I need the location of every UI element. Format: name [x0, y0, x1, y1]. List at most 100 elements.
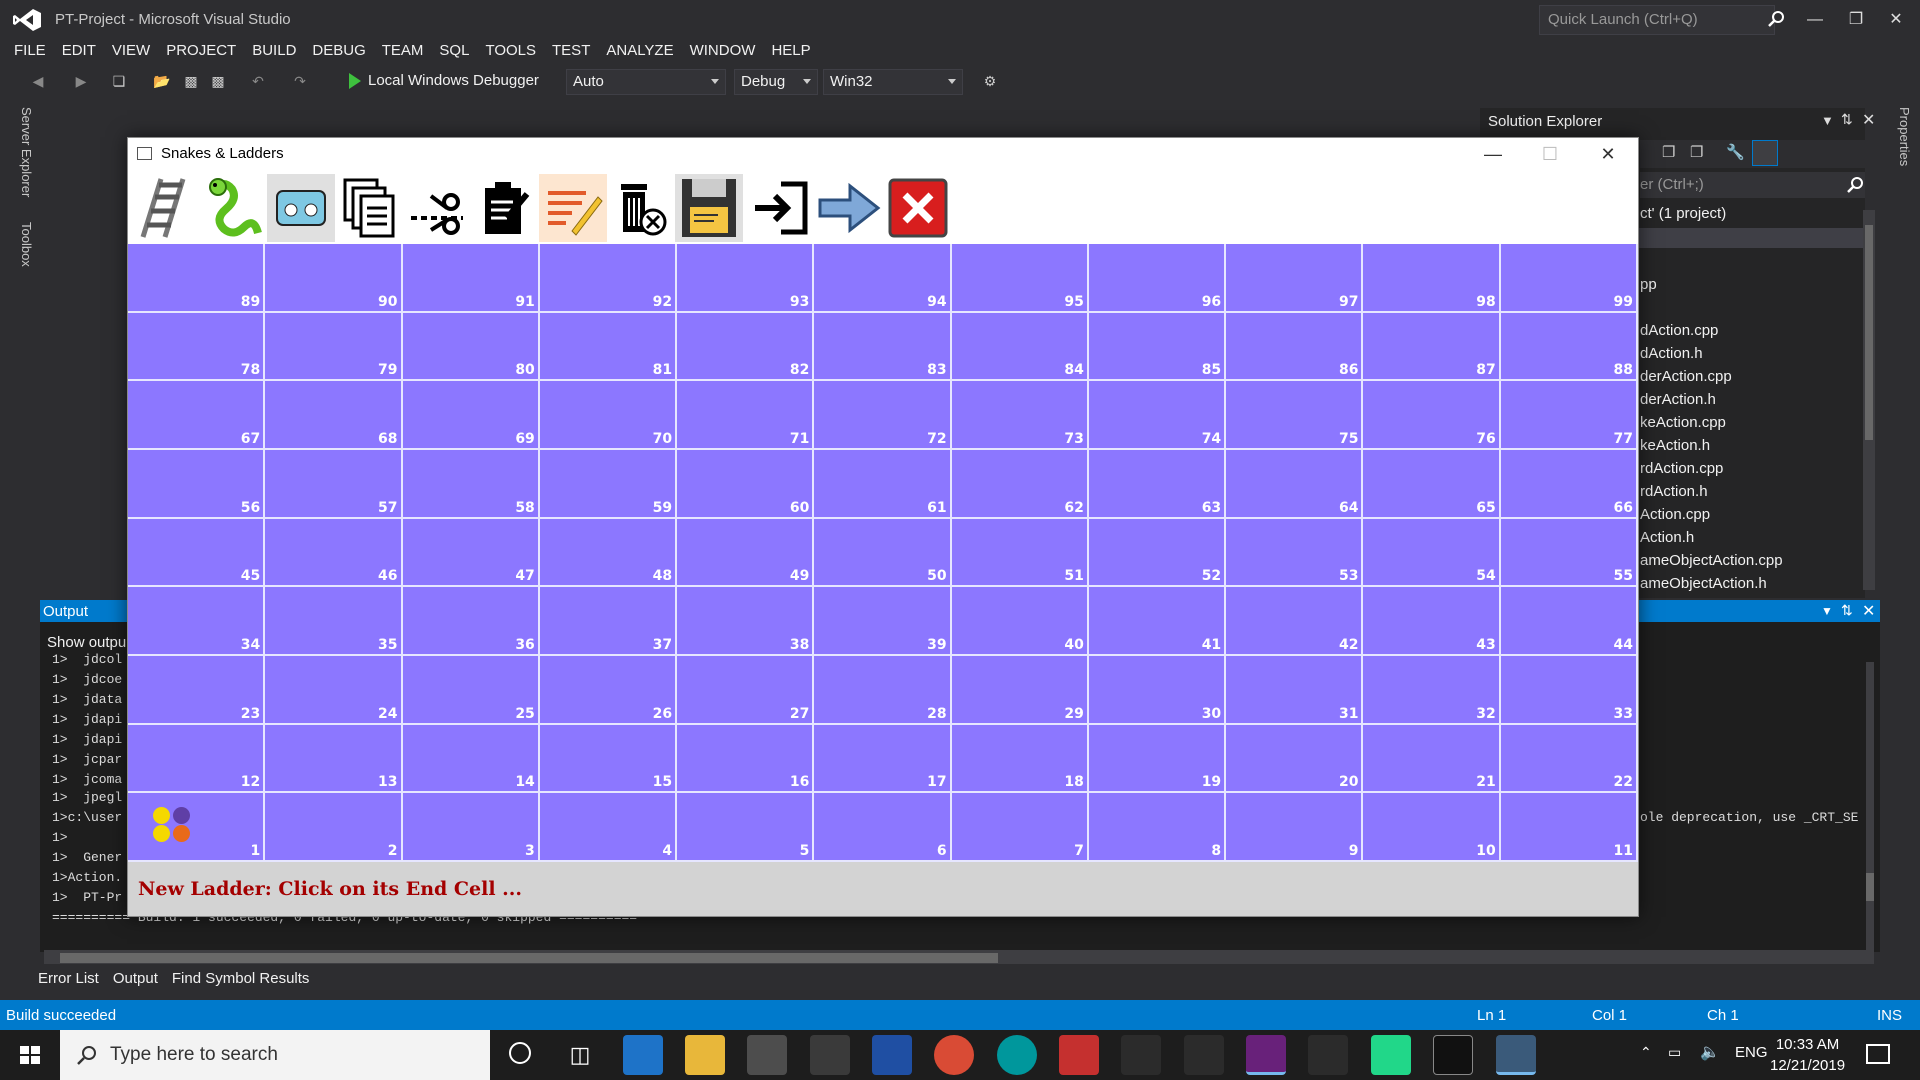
colorful-app-icon[interactable] — [1059, 1035, 1099, 1075]
board-cell[interactable]: 7 — [951, 793, 1089, 862]
board-cell[interactable]: 58 — [402, 450, 540, 519]
pen-app-icon[interactable] — [1121, 1035, 1161, 1075]
board-cell[interactable]: 87 — [1363, 312, 1501, 382]
show-all-files-icon[interactable]: ❐ — [1690, 143, 1703, 161]
battery-icon[interactable]: ▭ — [1668, 1044, 1681, 1061]
board-cell[interactable]: 15 — [539, 724, 678, 794]
language-indicator[interactable]: ENG — [1735, 1044, 1768, 1061]
board-cell[interactable]: 82 — [677, 312, 815, 382]
board-cell[interactable]: 69 — [402, 381, 540, 450]
board-cell[interactable]: 16 — [677, 724, 815, 794]
terminal-icon[interactable] — [1433, 1035, 1473, 1075]
output-horizontal-scroll-thumb[interactable] — [60, 953, 998, 963]
menu-analyze[interactable]: ANALYZE — [606, 40, 673, 66]
board-cell[interactable]: 43 — [1363, 587, 1501, 656]
menu-tools[interactable]: TOOLS — [485, 40, 536, 66]
configuration-combo[interactable]: Debug — [734, 69, 818, 95]
solution-file-item[interactable]: dAction.h — [1640, 345, 1703, 362]
solution-file-item[interactable]: keAction.cpp — [1640, 414, 1726, 431]
menu-test[interactable]: TEST — [552, 40, 590, 66]
store-icon[interactable] — [747, 1035, 787, 1075]
board-cell[interactable]: 51 — [951, 518, 1089, 588]
snake-icon[interactable] — [199, 174, 267, 242]
panel-close-icon[interactable]: ✕ — [1862, 110, 1875, 130]
properties-wrench-icon[interactable]: 🔧 — [1726, 143, 1745, 161]
board-cell[interactable]: 14 — [402, 724, 540, 794]
cut-icon[interactable] — [403, 174, 471, 242]
board-cell[interactable]: 18 — [951, 724, 1089, 794]
open-file-icon[interactable]: 📂 — [153, 72, 171, 90]
attach-icon[interactable]: ⚙ — [981, 72, 999, 90]
solution-file-item[interactable]: rdAction.h — [1640, 483, 1708, 500]
board-cell[interactable]: 73 — [951, 381, 1089, 450]
board-cell[interactable]: 65 — [1363, 450, 1501, 519]
board-cell[interactable]: 41 — [1088, 587, 1227, 656]
board-cell[interactable]: 39 — [814, 587, 952, 656]
board-cell[interactable]: 71 — [677, 381, 815, 450]
back-icon[interactable]: ◀ — [29, 72, 47, 90]
menu-debug[interactable]: DEBUG — [312, 40, 365, 66]
solution-file-item[interactable]: rdAction.cpp — [1640, 460, 1723, 477]
board-cell[interactable]: 29 — [951, 656, 1089, 725]
local-debugger-button[interactable]: Local Windows Debugger — [346, 70, 543, 94]
board-cell[interactable]: 20 — [1226, 724, 1364, 794]
close-button[interactable]: ✕ — [1876, 6, 1916, 34]
board-cell[interactable]: 4 — [539, 793, 678, 862]
board-cell[interactable]: 78 — [128, 312, 266, 382]
board-cell[interactable]: 99 — [1500, 244, 1638, 313]
visual-studio-taskbar-icon[interactable] — [1246, 1035, 1286, 1075]
task-view-icon[interactable]: ◫ — [560, 1035, 600, 1075]
solution-file-item[interactable]: ameObjectAction.h — [1640, 575, 1767, 592]
quick-launch-input[interactable]: Quick Launch (Ctrl+Q) — [1539, 5, 1775, 35]
search-icon[interactable] — [1768, 10, 1786, 28]
solution-file-item[interactable]: ameObjectAction.cpp — [1640, 552, 1783, 569]
undo-icon[interactable]: ↶ — [249, 72, 267, 90]
board-cell[interactable]: 19 — [1088, 724, 1227, 794]
board-cell[interactable]: 66 — [1500, 450, 1638, 519]
board-cell[interactable]: 74 — [1088, 381, 1227, 450]
board-cell[interactable]: 75 — [1226, 381, 1364, 450]
board-cell[interactable]: 27 — [677, 656, 815, 725]
board-cell[interactable]: 36 — [402, 587, 540, 656]
board-cell[interactable]: 70 — [539, 381, 678, 450]
auto-combo[interactable]: Auto — [566, 69, 726, 95]
board-cell[interactable]: 59 — [539, 450, 678, 519]
board-cell[interactable]: 67 — [128, 381, 266, 450]
board-cell[interactable]: 6 — [814, 793, 952, 862]
board-cell[interactable]: 34 — [128, 587, 266, 656]
toolbox-tab[interactable]: Toolbox — [8, 222, 34, 282]
board-cell[interactable]: 80 — [402, 312, 540, 382]
board-cell[interactable]: 8 — [1088, 793, 1227, 862]
board-cell[interactable]: 40 — [951, 587, 1089, 656]
board-cell[interactable]: 93 — [677, 244, 815, 313]
board-cell[interactable]: 22 — [1500, 724, 1638, 794]
menu-project[interactable]: PROJECT — [166, 40, 236, 66]
save-icon[interactable] — [675, 174, 743, 242]
taskbar-clock[interactable]: 10:33 AM 12/21/2019 — [1770, 1034, 1845, 1076]
board-cell[interactable]: 25 — [402, 656, 540, 725]
cortana-icon[interactable] — [509, 1042, 531, 1064]
board-cell[interactable]: 50 — [814, 518, 952, 588]
board-cell[interactable]: 92 — [539, 244, 678, 313]
board-cell[interactable]: 5 — [677, 793, 815, 862]
game-board[interactable]: 89 90 91 92 93 94 95 96 97 98 99 78 79 80 81 82 83 84 85 86… — [128, 244, 1638, 862]
board-cell[interactable]: 76 — [1363, 381, 1501, 450]
edit-icon[interactable] — [539, 174, 607, 242]
tab-output[interactable]: Output — [113, 970, 158, 987]
ladder-icon[interactable] — [131, 174, 199, 242]
solution-file-item[interactable]: dAction.cpp — [1640, 322, 1718, 339]
chrome-icon[interactable] — [934, 1035, 974, 1075]
board-cell[interactable]: 68 — [265, 381, 403, 450]
game-close-button[interactable]: ✕ — [1585, 142, 1631, 166]
collapse-all-icon[interactable]: ❐ — [1662, 143, 1675, 161]
board-cell[interactable]: 61 — [814, 450, 952, 519]
board-cell[interactable]: 94 — [814, 244, 952, 313]
menu-team[interactable]: TEAM — [382, 40, 424, 66]
game-maximize-button[interactable]: ☐ — [1527, 142, 1573, 166]
board-cell[interactable]: 46 — [265, 518, 403, 588]
board-cell[interactable]: 56 — [128, 450, 266, 519]
output-pin-icon[interactable]: ⇅ — [1841, 602, 1853, 619]
board-cell[interactable]: 13 — [265, 724, 403, 794]
board-cell[interactable]: 44 — [1500, 587, 1638, 656]
restore-button[interactable]: ❐ — [1836, 6, 1876, 34]
